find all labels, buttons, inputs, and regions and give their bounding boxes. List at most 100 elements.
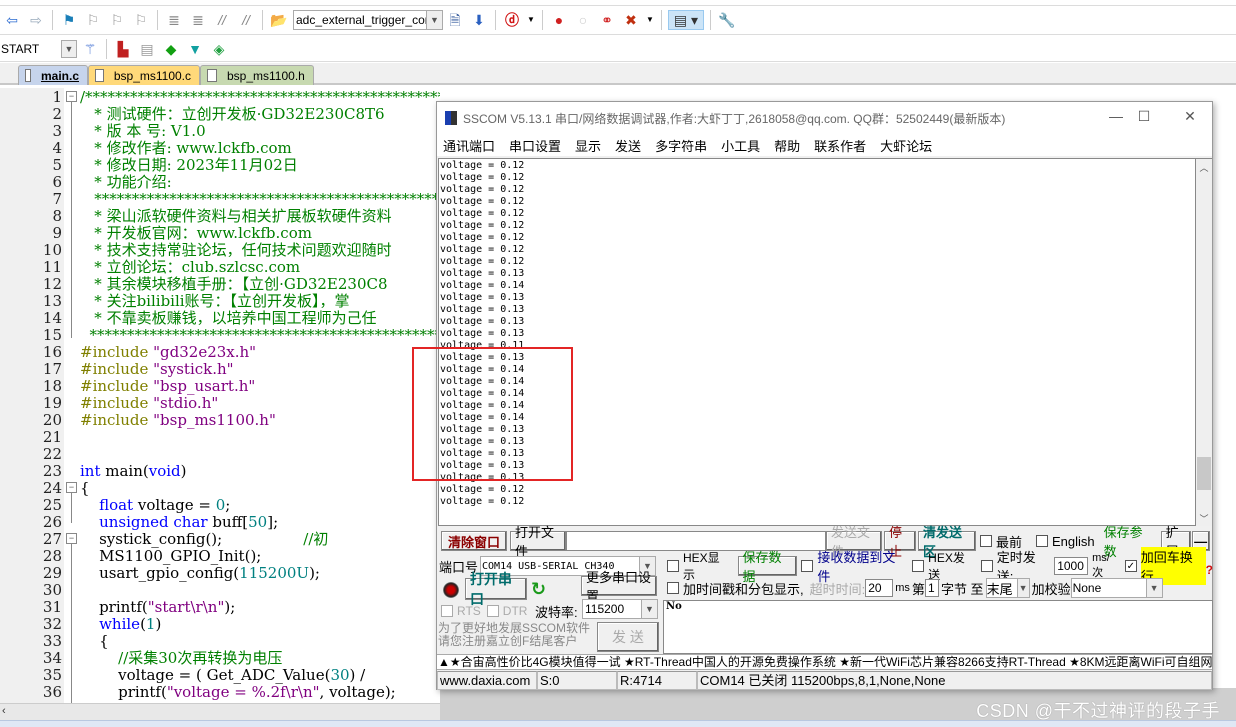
interval-input[interactable]: 1000: [1054, 557, 1089, 575]
fold-toggle-icon[interactable]: −: [66, 482, 77, 493]
kill-breakpoints-icon[interactable]: ✖: [621, 10, 641, 30]
chevron-down-icon[interactable]: ▼: [1145, 579, 1162, 597]
prev-bookmark-icon[interactable]: ⚐: [83, 10, 103, 30]
tab-main-c[interactable]: main.c: [18, 65, 88, 85]
tab-bsp-ms1100-h[interactable]: bsp_ms1100.h: [200, 65, 314, 85]
comment-icon[interactable]: //: [212, 10, 232, 30]
clear-bookmarks-icon[interactable]: ⚐: [131, 10, 151, 30]
dtr-label: DTR: [502, 604, 528, 618]
receive-scrollbar[interactable]: ︿ ﹀: [1196, 158, 1212, 526]
timeout-input[interactable]: 20: [865, 579, 894, 597]
scroll-left-icon[interactable]: ‹: [2, 705, 6, 717]
byte-from-input[interactable]: 1: [924, 579, 939, 597]
manage-components-icon[interactable]: ▤: [137, 39, 157, 59]
code-editor[interactable]: 1 /**************************************…: [0, 88, 440, 703]
menu-send[interactable]: 发送: [615, 136, 641, 155]
menu-serial-settings[interactable]: 串口设置: [509, 136, 561, 155]
hex-send-checkbox[interactable]: [912, 560, 925, 572]
code-text: /***************************************…: [80, 89, 440, 106]
clear-send-button[interactable]: 清发送区: [918, 525, 976, 559]
byte-to-select[interactable]: 末尾 ▼: [985, 578, 1030, 598]
ide-toolbar-main: ⇦ ⇨ ⚑ ⚐ ⚐ ⚐ ≣ ≣ // // 📂 adc_external_tri…: [0, 5, 1236, 35]
english-checkbox[interactable]: [1036, 535, 1049, 547]
code-token: * 功能介绍:: [80, 173, 172, 191]
recv-to-file-checkbox[interactable]: [801, 560, 814, 572]
settings-wrench-icon[interactable]: 🔧: [717, 10, 737, 30]
file-icon: [95, 69, 104, 82]
status-port: COM14 已关闭 115200bps,8,1,None,None: [697, 671, 1212, 690]
menu-tools[interactable]: 小工具: [721, 136, 760, 155]
save-data-button[interactable]: 保存数据: [737, 550, 798, 584]
timed-send-checkbox[interactable]: [980, 560, 993, 572]
chevron-down-icon[interactable]: ▼: [426, 11, 442, 29]
uncomment-icon[interactable]: //: [236, 10, 256, 30]
target-select[interactable]: START ▼: [0, 38, 78, 59]
open-file-button[interactable]: 打开文件: [510, 525, 566, 559]
code-line: 3 * 版 本 号: V1.0: [0, 123, 440, 140]
menu-help[interactable]: 帮助: [774, 136, 800, 155]
scroll-up-icon[interactable]: ︿: [1196, 161, 1212, 175]
bookmark-flag-icon[interactable]: ⚑: [59, 10, 79, 30]
editor-horizontal-scrollbar[interactable]: ‹: [0, 703, 440, 720]
receive-line: voltage = 0.12: [440, 172, 525, 183]
tab-bsp-ms1100-c[interactable]: bsp_ms1100.c: [88, 65, 200, 85]
checksum-select[interactable]: None ▼: [1070, 578, 1163, 598]
menu-contact[interactable]: 联系作者: [814, 136, 866, 155]
unindent-icon[interactable]: ≣: [188, 10, 208, 30]
event-recorder-icon[interactable]: ▼: [185, 39, 205, 59]
more-serial-settings-button[interactable]: 更多串口设置: [581, 570, 657, 604]
refresh-icon[interactable]: ↻: [531, 579, 546, 600]
pack-installer-icon[interactable]: ▙: [113, 39, 133, 59]
menu-multi-string[interactable]: 多字符串: [655, 136, 707, 155]
debug-icon[interactable]: ⓓ: [502, 10, 522, 30]
scrollbar-thumb[interactable]: [1197, 456, 1211, 490]
send-button[interactable]: 发 送: [597, 622, 659, 652]
timestamp-checkbox[interactable]: [667, 582, 679, 594]
topmost-checkbox[interactable]: [980, 535, 992, 547]
menu-comm-port[interactable]: 通讯端口: [443, 136, 495, 155]
minimize-button[interactable]: —: [1101, 108, 1131, 128]
magic-wand-icon[interactable]: ⚚: [80, 39, 100, 59]
open-file-icon[interactable]: 📂: [269, 10, 289, 30]
code-token: buff[: [207, 513, 249, 531]
chevron-down-icon[interactable]: ▼: [641, 600, 657, 618]
dropdown-arrow-icon[interactable]: ▼: [526, 10, 536, 30]
disable-all-breakpoints-icon[interactable]: ⚭: [597, 10, 617, 30]
hex-display-checkbox[interactable]: [667, 560, 679, 572]
ad-ticker[interactable]: ▲★合宙高性价比4G模块值得一试 ★RT-Thread中国人的开源免费操作系统 …: [437, 654, 1212, 670]
back-arrow-icon[interactable]: ⇦: [2, 10, 22, 30]
help-icon[interactable]: ?: [1206, 563, 1213, 577]
breakpoint-disabled-icon[interactable]: ○: [573, 10, 593, 30]
send-textarea[interactable]: No: [663, 600, 1213, 654]
maximize-button[interactable]: ☐: [1129, 108, 1159, 128]
sscom-titlebar[interactable]: SSCOM V5.13.1 串口/网络数据调试器,作者:大虾丁丁,2618058…: [437, 102, 1212, 134]
dropdown-arrow-icon[interactable]: ▼: [645, 10, 655, 30]
code-token: void: [148, 462, 181, 480]
incremental-find-icon[interactable]: ⬇: [469, 10, 489, 30]
code-token: "gd32e23x.h": [153, 343, 257, 361]
menu-display[interactable]: 显示: [575, 136, 601, 155]
baud-select[interactable]: 115200 ▼: [582, 599, 658, 619]
clear-window-button[interactable]: 清除窗口: [441, 531, 507, 551]
rts-checkbox[interactable]: [441, 605, 453, 617]
indent-icon[interactable]: ≣: [164, 10, 184, 30]
menu-forum[interactable]: 大虾论坛: [880, 136, 932, 155]
window-layout-icon[interactable]: ▤ ▾: [668, 10, 704, 30]
code-line: 6 * 功能介绍:: [0, 174, 440, 191]
fold-toggle-icon[interactable]: −: [66, 533, 77, 544]
run-time-env-icon[interactable]: ◈: [209, 39, 229, 59]
chevron-down-icon[interactable]: ▼: [1016, 579, 1029, 597]
find-in-files-icon[interactable]: 🗎: [445, 10, 465, 30]
open-port-button[interactable]: 打开串口: [465, 571, 527, 607]
close-button[interactable]: ✕: [1175, 108, 1205, 128]
target-combo[interactable]: adc_external_trigger_con ▼: [293, 10, 443, 30]
dtr-checkbox[interactable]: [486, 605, 499, 617]
chevron-down-icon[interactable]: ▼: [61, 39, 77, 58]
fold-toggle-icon[interactable]: −: [66, 91, 77, 102]
select-device-icon[interactable]: ◆: [161, 39, 181, 59]
add-crlf-checkbox[interactable]: ✓: [1124, 560, 1137, 572]
breakpoint-icon[interactable]: ●: [549, 10, 569, 30]
next-bookmark-icon[interactable]: ⚐: [107, 10, 127, 30]
scroll-down-icon[interactable]: ﹀: [1196, 512, 1212, 526]
forward-arrow-icon[interactable]: ⇨: [26, 10, 46, 30]
